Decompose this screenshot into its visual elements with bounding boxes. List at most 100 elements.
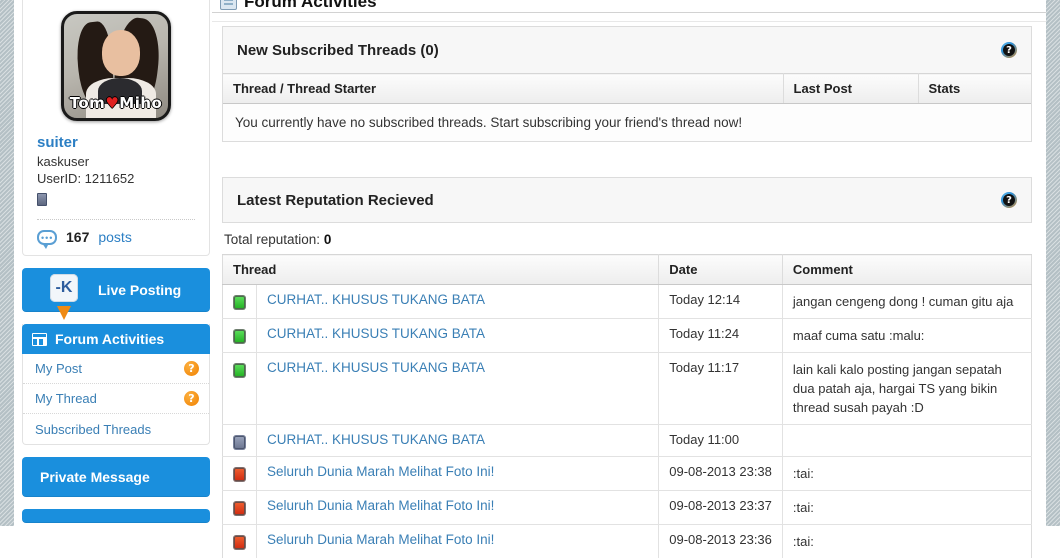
thread-link[interactable]: CURHAT.. KHUSUS TUKANG BATA	[267, 292, 485, 307]
table-row[interactable]: Seluruh Dunia Marah Melihat Foto Ini! 09…	[223, 491, 1032, 525]
sidebar-item-next[interactable]	[22, 509, 210, 523]
grid-window-icon	[32, 333, 47, 346]
date-cell: 09-08-2013 23:38	[659, 457, 783, 491]
status-green-icon	[234, 330, 245, 343]
profile-card: Tom♥Miho suiter kaskuser UserID: 1211652…	[22, 0, 210, 256]
status-cell	[223, 425, 257, 457]
thread-link[interactable]: CURHAT.. KHUSUS TUKANG BATA	[267, 326, 485, 341]
thread-link[interactable]: CURHAT.. KHUSUS TUKANG BATA	[267, 432, 485, 447]
status-cell	[223, 353, 257, 425]
reputation-table: Thread Date Comment CURHAT.. KHUSUS TUKA…	[222, 254, 1032, 558]
thread-link[interactable]: Seluruh Dunia Marah Melihat Foto Ini!	[267, 464, 494, 479]
col-comment[interactable]: Comment	[782, 255, 1031, 285]
thread-link[interactable]: Seluruh Dunia Marah Melihat Foto Ini!	[267, 532, 494, 547]
reputation-heading-bar: Latest Reputation Recieved ?	[222, 177, 1032, 223]
table-row[interactable]: Seluruh Dunia Marah Melihat Foto Ini! 09…	[223, 525, 1032, 558]
col-thread[interactable]: Thread	[223, 255, 659, 285]
divider	[212, 21, 1046, 22]
help-question-icon[interactable]: ?	[1001, 42, 1017, 58]
help-glyph: ?	[1003, 194, 1015, 206]
table-row[interactable]: CURHAT.. KHUSUS TUKANG BATA Today 12:14 …	[223, 285, 1032, 319]
live-posting-label: Live Posting	[98, 282, 181, 298]
reputation-heading: Latest Reputation Recieved	[237, 192, 434, 209]
heart-icon: ♥	[105, 94, 119, 112]
table-header-row: Thread Date Comment	[223, 255, 1032, 285]
profile-info: suiter kaskuser UserID: 1211652	[23, 130, 209, 219]
question-badge-icon[interactable]: ?	[184, 361, 199, 376]
sidebar-item-label: My Post	[35, 361, 82, 376]
comment-cell: jangan cengeng dong ! cuman gitu aja	[782, 285, 1031, 319]
sidebar-group-forum-activities: Forum Activities My Post ? My Thread ? S…	[22, 324, 210, 445]
private-message-label: Private Message	[40, 469, 150, 485]
col-date[interactable]: Date	[659, 255, 783, 285]
comment-cell: lain kali kalo posting jangan sepatah du…	[782, 353, 1031, 425]
table-row[interactable]: CURHAT.. KHUSUS TUKANG BATA Today 11:17 …	[223, 353, 1032, 425]
reputation-block-icon	[37, 193, 47, 206]
col-thread-starter[interactable]: Thread / Thread Starter	[223, 74, 783, 104]
status-cell	[223, 319, 257, 353]
reputation-table-body: CURHAT.. KHUSUS TUKANG BATA Today 12:14 …	[223, 285, 1032, 558]
sidebar-item-label: Subscribed Threads	[35, 422, 151, 437]
total-reputation-value: 0	[324, 232, 332, 247]
col-stats[interactable]: Stats	[918, 74, 1031, 104]
table-row[interactable]: CURHAT.. KHUSUS TUKANG BATA Today 11:24 …	[223, 319, 1032, 353]
comment-bubble-icon: •••	[37, 230, 57, 245]
comment-cell: maaf cuma satu :malu:	[782, 319, 1031, 353]
pin-tail	[57, 306, 71, 320]
help-glyph: ?	[1003, 44, 1015, 56]
table-header-row: Thread / Thread Starter Last Post Stats	[223, 74, 1031, 104]
subscribed-heading: New Subscribed Threads (0)	[237, 42, 439, 59]
posts-count: 167	[66, 229, 89, 245]
profile-usertitle: kaskuser	[37, 153, 195, 170]
subscribed-heading-bar: New Subscribed Threads (0) ?	[223, 27, 1031, 73]
pin-chip: -K	[50, 274, 78, 302]
thread-cell: CURHAT.. KHUSUS TUKANG BATA	[257, 353, 659, 425]
profile-userid: UserID: 1211652	[37, 170, 195, 187]
profile-username[interactable]: suiter	[37, 134, 195, 151]
table-row[interactable]: Seluruh Dunia Marah Melihat Foto Ini! 09…	[223, 457, 1032, 491]
page-gutter-right	[1046, 0, 1060, 526]
sidebar-item-subscribed-threads[interactable]: Subscribed Threads	[23, 414, 209, 444]
profile-posts-row: ••• 167 posts	[37, 219, 195, 255]
page-container: Tom♥Miho suiter kaskuser UserID: 1211652…	[14, 0, 1046, 526]
window-icon	[220, 0, 237, 10]
date-cell: Today 11:17	[659, 353, 783, 425]
thread-cell: CURHAT.. KHUSUS TUKANG BATA	[257, 285, 659, 319]
page-title: Forum Activities	[220, 0, 377, 13]
date-cell: 09-08-2013 23:37	[659, 491, 783, 525]
comment-cell	[782, 425, 1031, 457]
kaskus-pin-icon: -K	[38, 262, 90, 314]
help-question-icon[interactable]: ?	[1001, 192, 1017, 208]
sidebar-item-private-message[interactable]: Private Message	[22, 457, 210, 497]
page-gutter-left	[0, 0, 14, 526]
status-green-icon	[234, 364, 245, 377]
page-title-text: Forum Activities	[244, 0, 377, 12]
thread-link[interactable]: CURHAT.. KHUSUS TUKANG BATA	[267, 360, 485, 375]
total-reputation-label: Total reputation:	[224, 232, 320, 247]
total-reputation: Total reputation: 0	[222, 223, 1032, 254]
subscribed-empty-message: You currently have no subscribed threads…	[223, 104, 1031, 141]
sidebar: Tom♥Miho suiter kaskuser UserID: 1211652…	[22, 0, 210, 523]
thread-cell: Seluruh Dunia Marah Melihat Foto Ini!	[257, 457, 659, 491]
thread-link[interactable]: Seluruh Dunia Marah Melihat Foto Ini!	[267, 498, 494, 513]
status-cell	[223, 285, 257, 319]
comment-cell: :tai:	[782, 525, 1031, 558]
status-cell	[223, 457, 257, 491]
status-cell	[223, 525, 257, 558]
thread-cell: CURHAT.. KHUSUS TUKANG BATA	[257, 319, 659, 353]
bubble-dots: •••	[41, 236, 53, 240]
table-row[interactable]: CURHAT.. KHUSUS TUKANG BATA Today 11:00	[223, 425, 1032, 457]
sidebar-group-header-forum-activities[interactable]: Forum Activities	[22, 324, 210, 354]
avatar-caption-right: Miho	[119, 94, 162, 112]
status-green-icon	[234, 296, 245, 309]
col-last-post[interactable]: Last Post	[783, 74, 918, 104]
avatar[interactable]: Tom♥Miho	[61, 11, 171, 121]
sidebar-item-live-posting[interactable]: -K Live Posting	[22, 268, 210, 312]
main-content: Forum Activities New Subscribed Threads …	[212, 0, 1046, 526]
comment-cell: :tai:	[782, 491, 1031, 525]
posts-label[interactable]: posts	[98, 229, 131, 245]
sidebar-item-my-post[interactable]: My Post ?	[23, 354, 209, 384]
question-badge-icon[interactable]: ?	[184, 391, 199, 406]
date-cell: Today 11:24	[659, 319, 783, 353]
sidebar-item-my-thread[interactable]: My Thread ?	[23, 384, 209, 414]
